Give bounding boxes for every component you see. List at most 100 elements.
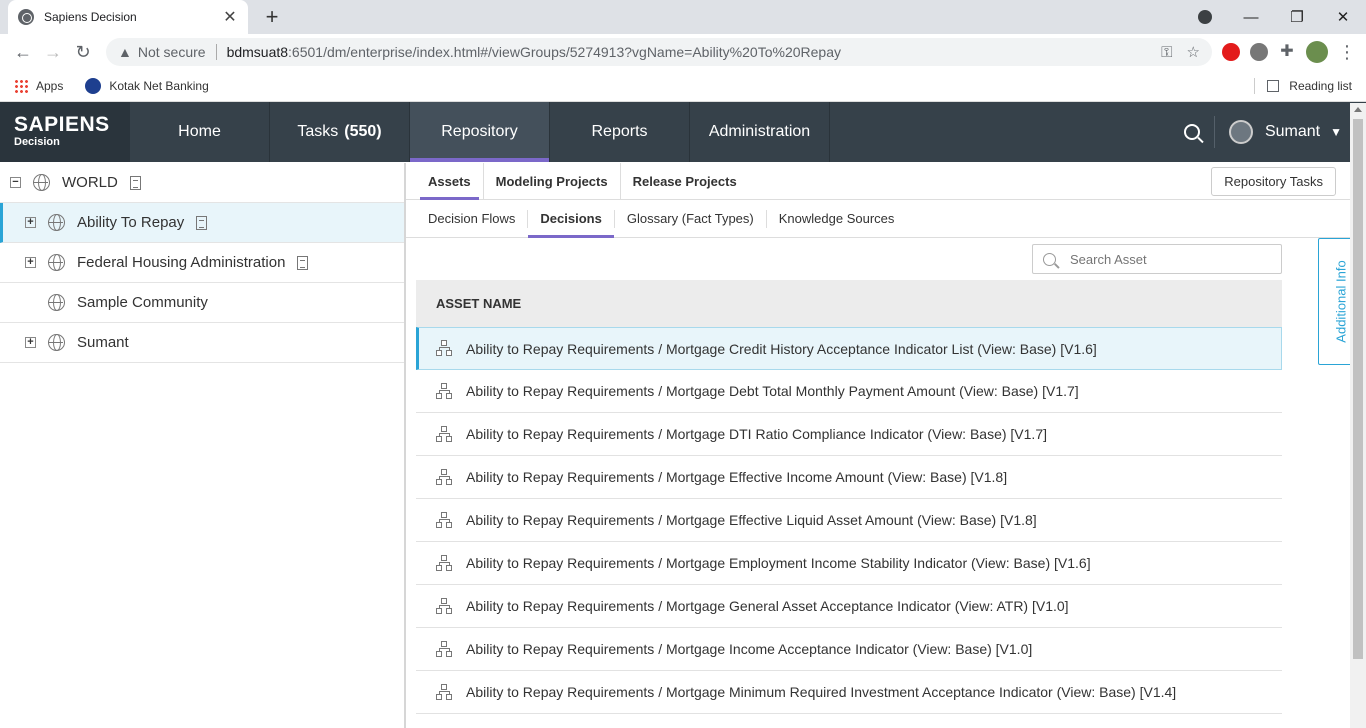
tree-node-world[interactable]: − WORLD [0, 163, 404, 203]
site-favicon-icon [18, 9, 34, 25]
scrollbar-thumb[interactable] [1353, 119, 1363, 659]
tasks-count-badge: (550) [344, 123, 382, 140]
logo-sub-text: Decision [14, 136, 60, 148]
user-menu[interactable]: Sumant ▼ [1215, 102, 1366, 162]
asset-name-cell: Ability to Repay Requirements / Mortgage… [466, 340, 1097, 357]
tab-glossary[interactable]: Glossary (Fact Types) [615, 209, 767, 228]
tab-decisions[interactable]: Decisions [528, 209, 615, 238]
community-tree: − WORLD + Ability To Repay + Federal Hou… [0, 163, 406, 728]
table-row[interactable]: Ability to Repay Requirements / Mortgage… [416, 585, 1282, 628]
decision-diagram-icon [436, 683, 453, 701]
nav-administration[interactable]: Administration [690, 102, 830, 162]
profile-avatar[interactable] [1306, 41, 1328, 63]
asset-name-cell: Ability to Repay Requirements / Mortgage… [466, 684, 1177, 700]
close-window-icon[interactable]: ✕ [1320, 8, 1366, 26]
tree-node-ability-to-repay[interactable]: + Ability To Repay [0, 203, 404, 243]
table-row[interactable]: Ability to Repay Requirements / Mortgage… [416, 499, 1282, 542]
expand-icon[interactable]: + [25, 337, 36, 348]
tab-knowledge-sources[interactable]: Knowledge Sources [767, 210, 907, 228]
extensions-area: ✚ ⋮ [1222, 41, 1356, 63]
back-icon[interactable]: ← [8, 42, 38, 63]
main-area: − WORLD + Ability To Repay + Federal Hou… [0, 162, 1364, 728]
bookmark-apps[interactable]: Apps [14, 78, 64, 93]
page-scrollbar[interactable] [1350, 103, 1366, 728]
tab-assets[interactable]: Assets [416, 162, 484, 200]
search-icon [1183, 124, 1200, 140]
search-icon [1043, 252, 1056, 266]
user-avatar-icon [1228, 120, 1253, 144]
bookmark-star-icon[interactable]: ☆ [1187, 43, 1200, 61]
decision-diagram-icon [436, 640, 453, 658]
column-header-asset-name[interactable]: ASSET NAME [416, 280, 1282, 327]
tree-node-label: Ability To Repay [77, 214, 185, 231]
asset-name-cell: Ability to Repay Requirements / Mortgage… [466, 469, 1008, 485]
reading-list-icon [1267, 79, 1280, 92]
warning-icon[interactable]: ▲ [118, 44, 132, 60]
minimize-icon[interactable]: — [1228, 9, 1274, 26]
extension-icon[interactable] [1250, 43, 1268, 61]
asset-name-cell: Ability to Repay Requirements / Mortgage… [466, 383, 1079, 399]
url-field[interactable]: ▲ Not secure bdmsuat8 :6501/dm/enterpris… [106, 38, 1212, 66]
tree-node-label: Sumant [77, 334, 129, 351]
security-status[interactable]: Not secure [138, 44, 206, 60]
globe-icon [33, 174, 50, 191]
address-bar: ← → ↻ ▲ Not secure bdmsuat8 :6501/dm/ent… [0, 34, 1366, 70]
browser-tab[interactable]: Sapiens Decision ✕ [8, 0, 248, 34]
nav-reports[interactable]: Reports [550, 102, 690, 162]
forward-icon[interactable]: → [38, 42, 68, 63]
table-row[interactable]: Ability to Repay Requirements / Mortgage… [416, 542, 1282, 585]
bookmark-kotak[interactable]: Kotak Net Banking [85, 77, 209, 94]
search-asset-input[interactable] [1070, 251, 1260, 267]
browser-menu-icon[interactable]: ⋮ [1338, 42, 1356, 63]
nav-repository[interactable]: Repository [410, 102, 550, 162]
reading-list-button[interactable]: Reading list [1267, 79, 1352, 93]
window-controls: — ❐ ✕ [1182, 0, 1366, 34]
repository-tasks-button[interactable]: Repository Tasks [1211, 167, 1336, 196]
tab-search-icon[interactable] [1198, 10, 1212, 24]
document-icon[interactable] [297, 255, 309, 270]
asset-grid: ASSET NAME Ability to Repay Requirements… [416, 280, 1282, 714]
new-tab-button[interactable]: + [260, 5, 284, 29]
expand-icon[interactable]: + [25, 257, 36, 268]
tab-release-projects[interactable]: Release Projects [621, 163, 749, 200]
tree-node-federal-housing[interactable]: + Federal Housing Administration [0, 243, 404, 283]
password-key-icon[interactable]: ⚿ [1161, 44, 1172, 61]
extensions-puzzle-icon[interactable]: ✚ [1278, 43, 1296, 61]
reload-icon[interactable]: ↻ [68, 42, 98, 63]
decision-diagram-icon [436, 425, 453, 443]
table-row[interactable]: Ability to Repay Requirements / Mortgage… [416, 671, 1282, 714]
close-tab-icon[interactable]: ✕ [222, 7, 238, 27]
decision-diagram-icon [436, 382, 453, 400]
tree-node-sample-community[interactable]: Sample Community [0, 283, 404, 323]
tree-node-sumant[interactable]: + Sumant [0, 323, 404, 363]
table-row[interactable]: Ability to Repay Requirements / Mortgage… [416, 628, 1282, 671]
bookmark-label: Apps [36, 78, 64, 93]
restore-icon[interactable]: ❐ [1274, 8, 1320, 26]
nav-label: Tasks [297, 123, 339, 140]
asset-name-cell: Ability to Repay Requirements / Mortgage… [466, 555, 1091, 571]
table-row[interactable]: Ability to Repay Requirements / Mortgage… [416, 370, 1282, 413]
collapse-icon[interactable]: − [10, 177, 21, 188]
adblock-extension-icon[interactable] [1222, 43, 1240, 61]
bookmark-divider [1254, 77, 1256, 94]
table-row[interactable]: Ability to Repay Requirements / Mortgage… [416, 327, 1282, 370]
tree-node-label: WORLD [62, 174, 118, 191]
table-row[interactable]: Ability to Repay Requirements / Mortgage… [416, 456, 1282, 499]
global-search-button[interactable] [1170, 102, 1214, 162]
search-asset-box[interactable] [1032, 244, 1282, 274]
document-icon[interactable] [129, 175, 141, 190]
tab-decision-flows[interactable]: Decision Flows [416, 209, 529, 228]
nav-home[interactable]: Home [130, 102, 270, 162]
sapiens-logo[interactable]: SAPIENS Decision [0, 102, 130, 162]
tree-node-label: Federal Housing Administration [77, 254, 286, 271]
document-icon[interactable] [196, 215, 208, 230]
table-row[interactable]: Ability to Repay Requirements / Mortgage… [416, 413, 1282, 456]
nav-tasks[interactable]: Tasks (550) [270, 102, 410, 162]
url-path: :6501/dm/enterprise/index.html#/viewGrou… [288, 44, 841, 60]
expand-icon[interactable]: + [25, 217, 36, 228]
nav-label: Reports [591, 123, 648, 140]
tab-modeling-projects[interactable]: Modeling Projects [484, 162, 621, 200]
decision-diagram-icon [436, 597, 453, 615]
scroll-up-icon[interactable] [1354, 107, 1362, 112]
decision-diagram-icon [436, 511, 453, 529]
